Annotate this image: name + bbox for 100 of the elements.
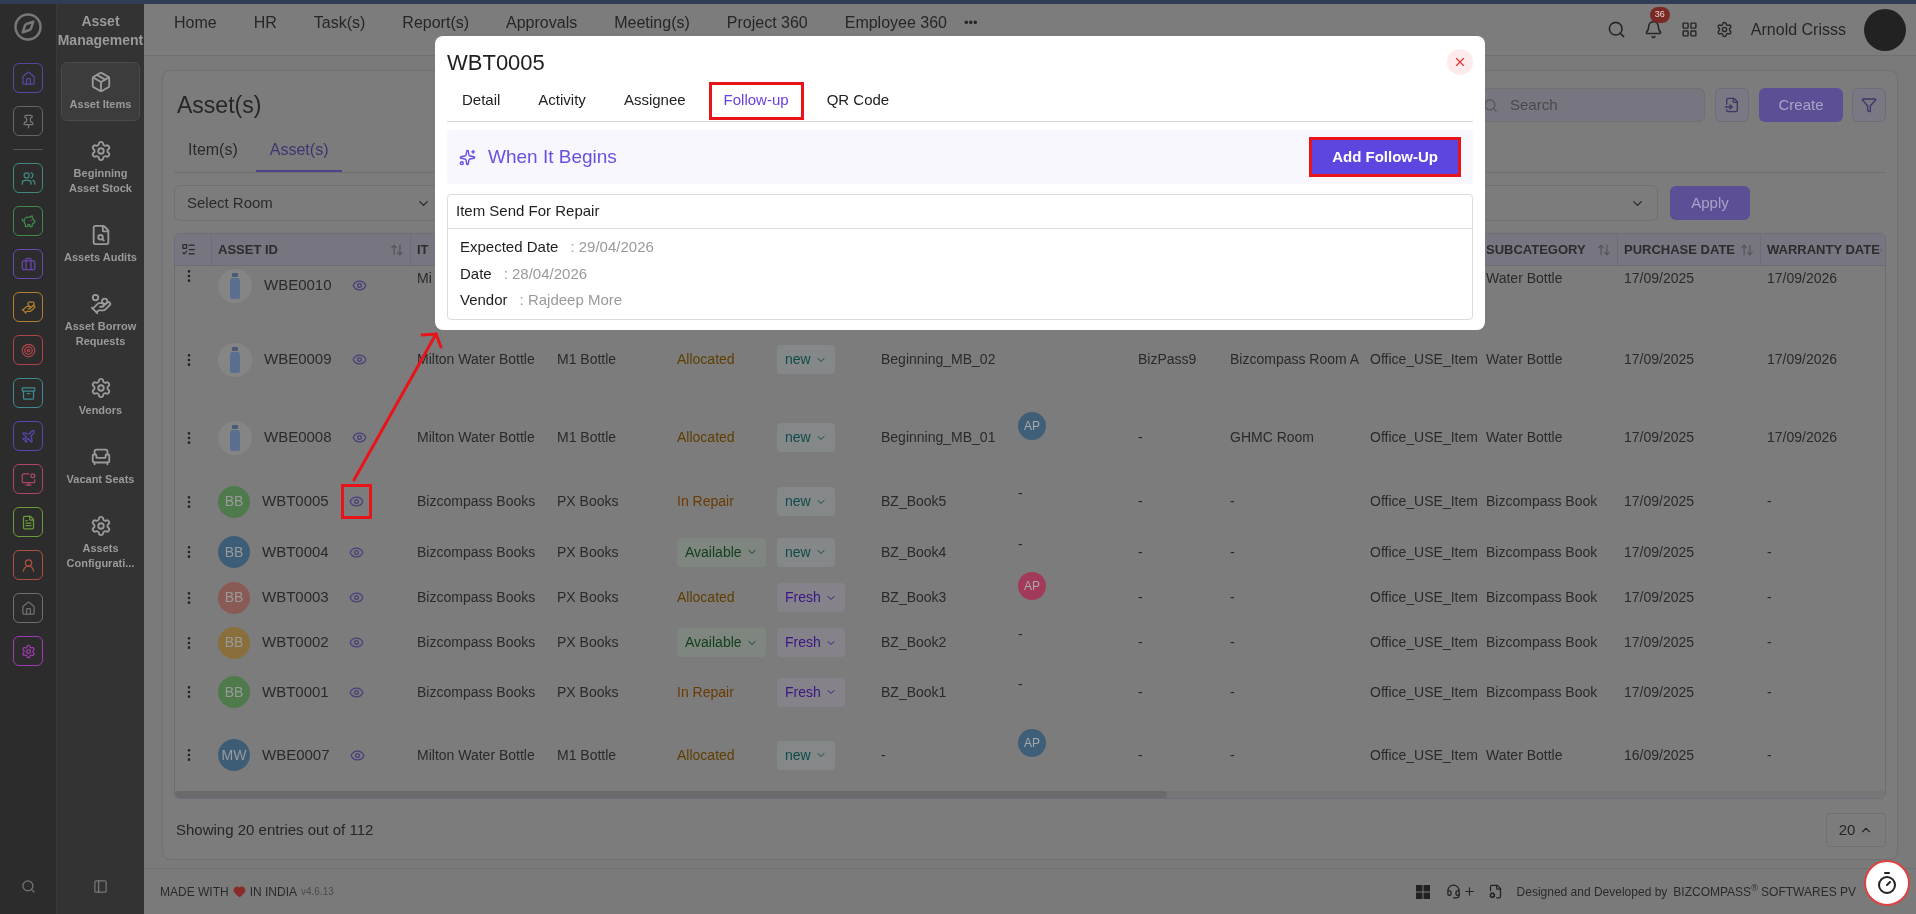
dialog-tab[interactable]: Follow-up bbox=[708, 81, 804, 120]
bell-icon[interactable] bbox=[1643, 20, 1663, 39]
module-button[interactable] bbox=[13, 378, 43, 408]
condition-dropdown[interactable]: new bbox=[777, 423, 835, 453]
condition-dropdown[interactable]: Fresh bbox=[777, 677, 845, 707]
module-button[interactable] bbox=[13, 206, 43, 236]
add-follow-up-button[interactable]: Add Follow-Up bbox=[1309, 137, 1461, 177]
table-cell-text: 17/09/2026 bbox=[1767, 269, 1838, 289]
nav-link[interactable]: Approvals bbox=[506, 13, 578, 33]
table-cell-text: Bizcompass Books bbox=[417, 542, 536, 562]
condition-dropdown[interactable]: new bbox=[777, 537, 835, 567]
condition-dropdown[interactable]: Fresh bbox=[777, 583, 845, 613]
column-header[interactable]: WARRANTY DATE bbox=[1767, 239, 1880, 260]
more-menu[interactable]: ••• bbox=[964, 13, 978, 33]
bottle-icon bbox=[228, 272, 242, 299]
page-tab[interactable]: Item(s) bbox=[174, 138, 252, 172]
table-cell-text: PX Books bbox=[557, 633, 619, 653]
condition-dropdown[interactable]: new bbox=[777, 740, 835, 770]
table-cell-text: Office_USE_Item bbox=[1370, 428, 1478, 448]
filter-button[interactable] bbox=[1852, 88, 1886, 122]
panel-toggle-icon[interactable] bbox=[93, 879, 108, 894]
close-button[interactable] bbox=[1447, 49, 1473, 75]
sidebar-item[interactable]: Asset Borrow Requests bbox=[61, 284, 140, 358]
nav-link[interactable]: Report(s) bbox=[402, 13, 470, 33]
table-cell-text: BZ_Book4 bbox=[881, 542, 947, 562]
sidebar-item[interactable]: Assets Audits bbox=[61, 215, 140, 274]
condition-dropdown[interactable]: new bbox=[777, 345, 835, 375]
page-size-select[interactable]: 20 bbox=[1826, 813, 1886, 847]
nav-link[interactable]: Task(s) bbox=[313, 13, 366, 33]
status-label[interactable]: Available bbox=[677, 628, 766, 658]
module-button[interactable] bbox=[13, 335, 43, 365]
sidebar-item[interactable]: Asset Items bbox=[61, 62, 140, 121]
section-title: When It Begins bbox=[488, 144, 618, 169]
module-button[interactable] bbox=[13, 249, 43, 279]
nav-link[interactable]: Home bbox=[174, 13, 217, 33]
import-button[interactable] bbox=[1715, 88, 1749, 122]
nav-link[interactable]: Employee 360 bbox=[844, 13, 947, 33]
sidebar-item-icon bbox=[89, 377, 112, 399]
dialog-tab[interactable]: Assignee bbox=[608, 81, 701, 120]
table-cell-text: GHMC Room bbox=[1230, 428, 1314, 448]
apps-grid-icon[interactable] bbox=[1680, 21, 1698, 38]
create-button[interactable]: Create bbox=[1759, 88, 1843, 122]
table-cell-text: - bbox=[1767, 682, 1772, 702]
user-avatar[interactable] bbox=[1864, 8, 1906, 51]
table-cell-text: Office_USE_Item bbox=[1370, 745, 1478, 765]
pin-button[interactable] bbox=[13, 106, 43, 136]
sidebar-item[interactable]: Vendors bbox=[61, 368, 140, 427]
view-button[interactable] bbox=[340, 484, 372, 520]
sidebar-item[interactable]: Vacant Seats bbox=[61, 437, 140, 496]
condition-dropdown[interactable]: new bbox=[777, 487, 835, 517]
table-cell-text: - bbox=[1230, 745, 1235, 765]
module-button[interactable] bbox=[13, 507, 43, 537]
search-icon bbox=[1483, 97, 1498, 113]
dialog-tab[interactable]: Detail bbox=[447, 81, 516, 120]
table-cell-text: - bbox=[1018, 625, 1023, 645]
windows-logo-icon[interactable] bbox=[1415, 884, 1430, 899]
sidebar-item[interactable]: Assets Configurati... bbox=[61, 506, 140, 580]
table-cell-text: 16/09/2025 bbox=[1624, 745, 1695, 765]
status-label[interactable]: Available bbox=[677, 537, 766, 567]
table-cell-text: Office_USE_Item bbox=[1370, 588, 1478, 608]
headset-icon[interactable] bbox=[1445, 884, 1461, 899]
sidebar-item-label: Asset Borrow Requests bbox=[63, 319, 138, 349]
table-cell-text: M1 Bottle bbox=[557, 350, 617, 370]
table-cell-text: - bbox=[1767, 633, 1772, 653]
module-button[interactable] bbox=[13, 292, 43, 322]
home-button[interactable] bbox=[13, 63, 43, 93]
dialog-tab[interactable]: QR Code bbox=[811, 81, 905, 120]
column-header[interactable]: PURCHASE DATE bbox=[1624, 239, 1740, 260]
asset-avatar: BB bbox=[218, 676, 250, 709]
table-cell-text: Mi bbox=[417, 269, 432, 289]
settings-icon[interactable] bbox=[1715, 21, 1733, 38]
timer-button[interactable] bbox=[1864, 860, 1910, 906]
table-cell-text: PX Books bbox=[557, 542, 619, 562]
apply-button[interactable]: Apply bbox=[1670, 186, 1750, 220]
table-cell-text: Bizcompass Book bbox=[1486, 682, 1598, 702]
asset-id: WBE0009 bbox=[264, 349, 332, 370]
column-settings-icon[interactable] bbox=[181, 242, 196, 258]
table-cell-text: Milton Water Bottle bbox=[417, 428, 535, 448]
module-button[interactable] bbox=[13, 636, 43, 666]
search-icon[interactable] bbox=[20, 879, 36, 894]
module-button[interactable] bbox=[13, 550, 43, 580]
module-button[interactable] bbox=[13, 163, 43, 193]
column-header[interactable]: ASSET ID bbox=[218, 239, 390, 260]
condition-dropdown[interactable]: Fresh bbox=[777, 628, 845, 658]
plus-icon[interactable] bbox=[1462, 885, 1476, 898]
user-name[interactable]: Arnold Crisss bbox=[1750, 17, 1846, 42]
nav-link[interactable]: Meeting(s) bbox=[614, 13, 690, 33]
search-icon[interactable] bbox=[1606, 20, 1626, 39]
page-tab[interactable]: Asset(s) bbox=[255, 138, 343, 172]
nav-link[interactable]: HR bbox=[253, 13, 277, 33]
sidebar-item[interactable]: Beginning Asset Stock bbox=[61, 131, 140, 205]
module-icon bbox=[20, 342, 36, 358]
dialog-tab[interactable]: Activity bbox=[523, 81, 601, 120]
document-gear-icon[interactable] bbox=[1487, 884, 1503, 899]
module-button[interactable] bbox=[13, 593, 43, 623]
table-cell-text: Bizcompass Room A bbox=[1230, 350, 1360, 370]
module-button[interactable] bbox=[13, 421, 43, 451]
nav-link[interactable]: Project 360 bbox=[726, 13, 808, 33]
module-button[interactable] bbox=[13, 464, 43, 494]
column-header[interactable]: SUBCATEGORY bbox=[1486, 239, 1597, 260]
